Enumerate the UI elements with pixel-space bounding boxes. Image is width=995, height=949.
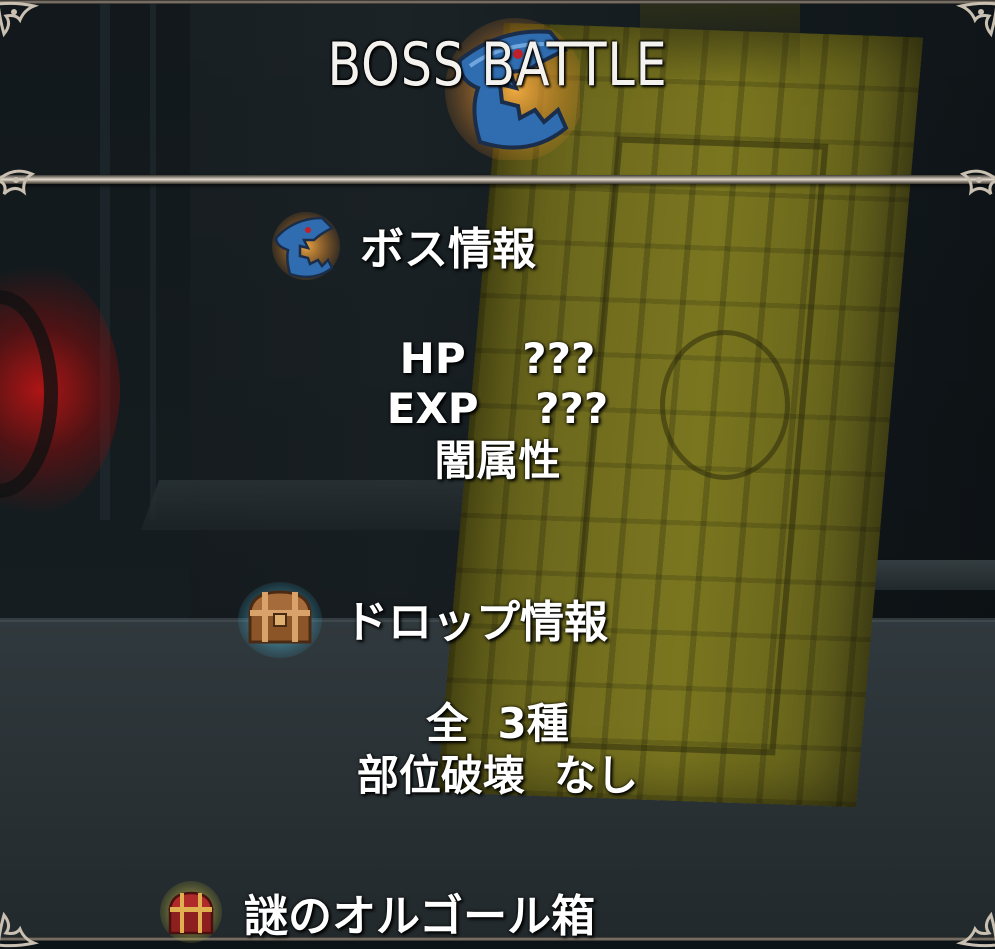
red-chest-icon [160, 881, 222, 943]
boss-exp: EXP ??? [386, 384, 609, 433]
drop-item-row: 謎のオルゴール箱 [160, 880, 595, 944]
shark-head-icon [270, 210, 340, 280]
boss-info-label: ボス情報 [360, 224, 536, 275]
header-divider [0, 175, 995, 184]
corner-ornament-icon [955, 0, 995, 40]
corner-ornament-icon [0, 909, 40, 949]
drop-count: 全 3種 [426, 699, 569, 748]
page-title: BOSS BATTLE [327, 30, 668, 100]
frame-top-border [0, 0, 995, 4]
corner-ornament-icon [0, 0, 40, 40]
boss-hp: HP ??? [399, 334, 596, 383]
corner-ornament-icon [955, 909, 995, 949]
drop-info-label: ドロップ情報 [344, 597, 608, 648]
boss-info-heading: ボス情報 [270, 210, 536, 280]
divider-ornament-icon [0, 162, 40, 202]
divider-ornament-icon [955, 162, 995, 202]
drop-item-name: 謎のオルゴール箱 [244, 891, 596, 942]
part-break: 部位破壊 なし [356, 751, 639, 800]
treasure-chest-icon [238, 578, 322, 658]
boss-attribute: 闇属性 [434, 436, 561, 485]
drop-info-heading: ドロップ情報 [238, 578, 608, 658]
